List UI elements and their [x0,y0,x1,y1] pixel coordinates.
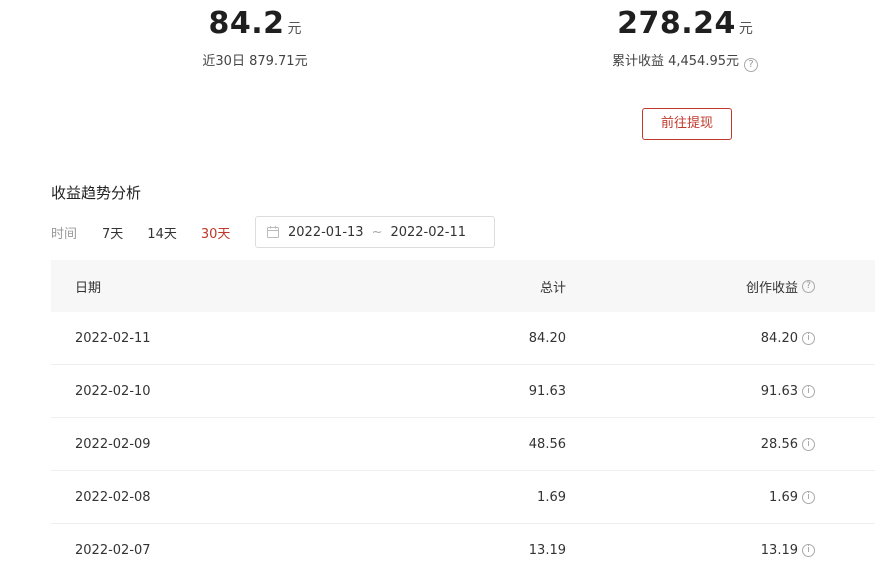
row-earn-value: 1.69 [769,489,798,505]
header-total: 总计 [539,280,566,296]
row-earn-value: 84.20 [760,330,798,346]
header-earn: 创作收益? [566,277,821,296]
row-total: 48.56 [528,436,566,452]
filter-7-days[interactable]: 7天 [102,223,123,242]
row-earn: 28.56 i [566,437,821,452]
balance-value: 278.24 [617,6,736,41]
row-date: 2022-02-11 [75,330,151,346]
filter-14-days[interactable]: 14天 [147,223,177,242]
time-filter-label: 时间 [51,226,78,242]
date-range-end: 2022-02-11 [390,224,467,240]
header-date: 日期 [75,280,102,296]
balance-stat: 278.24 元 累计收益 4,454.95元? [560,2,810,72]
yesterday-earnings-unit: 元 [287,21,302,37]
row-total: 1.69 [537,489,566,505]
question-circle-icon[interactable]: ? [744,58,759,72]
earnings-table: 日期 总计 创作收益? 2022-02-11 84.20 84.20 i 2022… [51,260,875,570]
table-row: 2022-02-10 91.63 91.63 i [51,365,875,418]
row-date: 2022-02-07 [75,542,151,558]
last-30-days-earnings: 近30日 879.71元 [202,54,308,69]
row-date: 2022-02-09 [75,436,151,452]
earnings-page: 84.2 元 近30日 879.71元 278.24 元 累计收益 4,454.95… [0,0,886,570]
info-circle-icon[interactable]: i [802,437,815,451]
row-earn-value: 13.19 [760,542,798,558]
withdraw-button[interactable]: 前往提现 [642,108,732,140]
row-earn: 91.63 i [566,384,821,399]
yesterday-earnings-value: 84.2 [208,6,285,41]
row-earn-value: 91.63 [760,383,798,399]
row-date: 2022-02-10 [75,383,151,399]
table-row: 2022-02-07 13.19 13.19 i [51,524,875,570]
row-date: 2022-02-08 [75,489,151,505]
info-circle-icon[interactable]: i [802,384,815,398]
date-range-start: 2022-01-13 [288,224,364,240]
table-row: 2022-02-08 1.69 1.69 i [51,471,875,524]
yesterday-earnings-stat: 84.2 元 近30日 879.71元 [150,2,360,72]
header-earn-label: 创作收益 [745,280,798,296]
date-range-separator: ~ [371,224,383,240]
row-earn-value: 28.56 [760,436,798,452]
row-total: 13.19 [528,542,566,558]
calendar-icon [267,226,279,238]
row-total: 84.20 [528,330,566,346]
date-range-picker[interactable]: 2022-01-13 ~ 2022-02-11 [255,216,495,248]
question-circle-icon[interactable]: ? [802,279,815,293]
table-header: 日期 总计 创作收益? [51,260,875,312]
row-total: 91.63 [528,383,566,399]
trend-section-title: 收益趋势分析 [51,184,142,202]
time-filter: 时间 7天 14天 30天 [51,216,254,248]
info-circle-icon[interactable]: i [802,331,815,345]
table-row: 2022-02-11 84.20 84.20 i [51,312,875,365]
row-earn: 1.69 i [566,490,821,505]
row-earn: 13.19 i [566,543,821,558]
info-circle-icon[interactable]: i [802,543,815,557]
balance-unit: 元 [738,21,753,37]
row-earn: 84.20 i [566,331,821,346]
cumulative-earnings: 累计收益 4,454.95元 [611,54,740,69]
filter-30-days[interactable]: 30天 [201,223,231,242]
table-row: 2022-02-09 48.56 28.56 i [51,418,875,471]
info-circle-icon[interactable]: i [802,490,815,504]
